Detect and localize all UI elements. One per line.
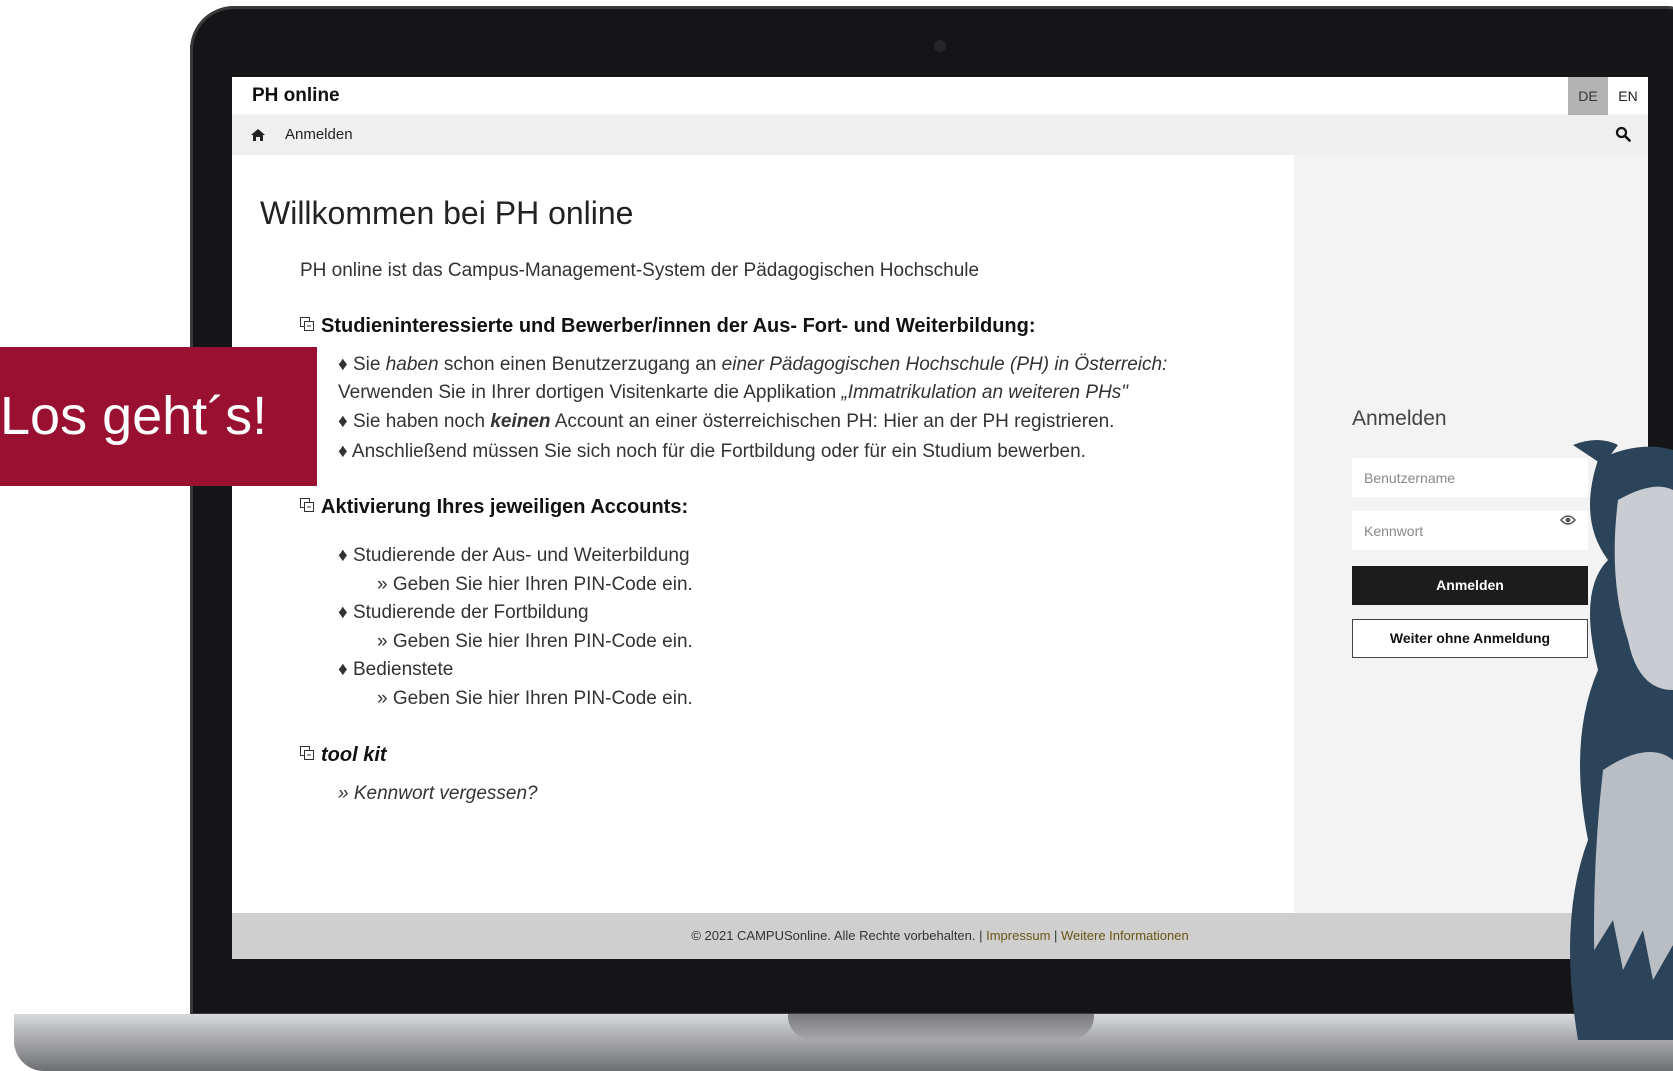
breadcrumb-login[interactable]: Anmelden — [285, 126, 353, 143]
password-input[interactable] — [1352, 511, 1588, 550]
pin-code-link[interactable]: » Geben Sie hier Ihren PIN-Code ein. — [377, 631, 693, 653]
applicants-line-4: ♦ Anschließend müssen Sie sich noch für … — [338, 441, 1086, 462]
owl-mascot-illustration — [1570, 440, 1673, 1040]
activation-item-label: ♦ Bedienstete — [338, 659, 454, 680]
browser-screen: PH online DE EN Anmelden Willkommen bei … — [232, 77, 1648, 959]
text: ♦ Sie haben noch — [338, 411, 491, 432]
footer-separator: | — [1050, 928, 1062, 943]
username-input[interactable] — [1352, 458, 1588, 497]
lang-de-button[interactable]: DE — [1568, 77, 1608, 115]
applicants-line-2[interactable]: Verwenden Sie in Ihrer dortigen Visitenk… — [338, 382, 1128, 404]
text: einer Pädagogischen Hochschule (PH) in Ö… — [721, 354, 1168, 375]
text: Account an einer österreichischen PH: Hi… — [550, 411, 1115, 432]
pin-code-link[interactable]: » Geben Sie hier Ihren PIN-Code ein. — [377, 688, 693, 710]
section-activation-heading[interactable]: Aktivierung Ihres jeweiligen Accounts: — [300, 496, 688, 519]
text: haben — [385, 354, 439, 375]
page-title: Willkommen bei PH online — [260, 195, 634, 231]
login-button[interactable]: Anmelden — [1352, 566, 1588, 605]
text: ♦ Sie — [338, 354, 386, 375]
lets-go-banner: Los geht´s! — [0, 347, 317, 486]
home-icon[interactable] — [250, 128, 266, 142]
lang-en-button[interactable]: EN — [1608, 77, 1648, 115]
forgot-password-link[interactable]: » Kennwort vergessen? — [338, 783, 538, 805]
intro-text: PH online ist das Campus-Management-Syst… — [300, 260, 980, 281]
section-applicants-title: Studieninteressierte und Bewerber/innen … — [321, 315, 1036, 337]
text: „Immatrikulation an weiteren PHs" — [841, 382, 1129, 403]
expand-icon — [300, 498, 314, 512]
more-info-link[interactable]: Weitere Informationen — [1061, 928, 1189, 943]
section-toolkit-heading[interactable]: tool kit — [300, 744, 387, 767]
app-title[interactable]: PH online — [252, 85, 340, 107]
footer: © 2021 CAMPUSonline. Alle Rechte vorbeha… — [232, 913, 1648, 959]
text: Verwenden Sie in Ihrer dortigen Visitenk… — [338, 382, 842, 403]
expand-icon — [300, 746, 314, 760]
impressum-link[interactable]: Impressum — [986, 928, 1050, 943]
login-title: Anmelden — [1352, 407, 1447, 430]
section-activation-title: Aktivierung Ihres jeweiligen Accounts: — [321, 496, 689, 518]
expand-icon — [300, 317, 314, 331]
laptop-notch — [788, 1014, 1094, 1040]
text: schon einen Benutzerzugang an — [438, 354, 722, 375]
applicants-line-1: ♦ Sie haben schon einen Benutzerzugang a… — [338, 354, 1167, 376]
text: keinen — [490, 411, 551, 432]
section-applicants-heading[interactable]: Studieninteressierte und Bewerber/innen … — [300, 315, 1036, 338]
activation-item-label: ♦ Studierende der Aus- und Weiterbildung — [338, 545, 690, 566]
nav-bar: Anmelden — [232, 115, 1648, 155]
camera-dot — [934, 40, 946, 52]
copyright-text: © 2021 CAMPUSonline. Alle Rechte vorbeha… — [691, 928, 987, 943]
banner-text: Los geht´s! — [0, 386, 268, 446]
search-icon[interactable] — [1615, 126, 1631, 142]
activation-item-label: ♦ Studierende der Fortbildung — [338, 602, 589, 623]
applicants-line-3[interactable]: ♦ Sie haben noch keinen Account an einer… — [338, 411, 1114, 433]
continue-without-login-button[interactable]: Weiter ohne Anmeldung — [1352, 619, 1588, 658]
top-bar: PH online DE EN — [232, 77, 1648, 115]
pin-code-link[interactable]: » Geben Sie hier Ihren PIN-Code ein. — [377, 574, 693, 596]
section-toolkit-title: tool kit — [321, 744, 387, 766]
